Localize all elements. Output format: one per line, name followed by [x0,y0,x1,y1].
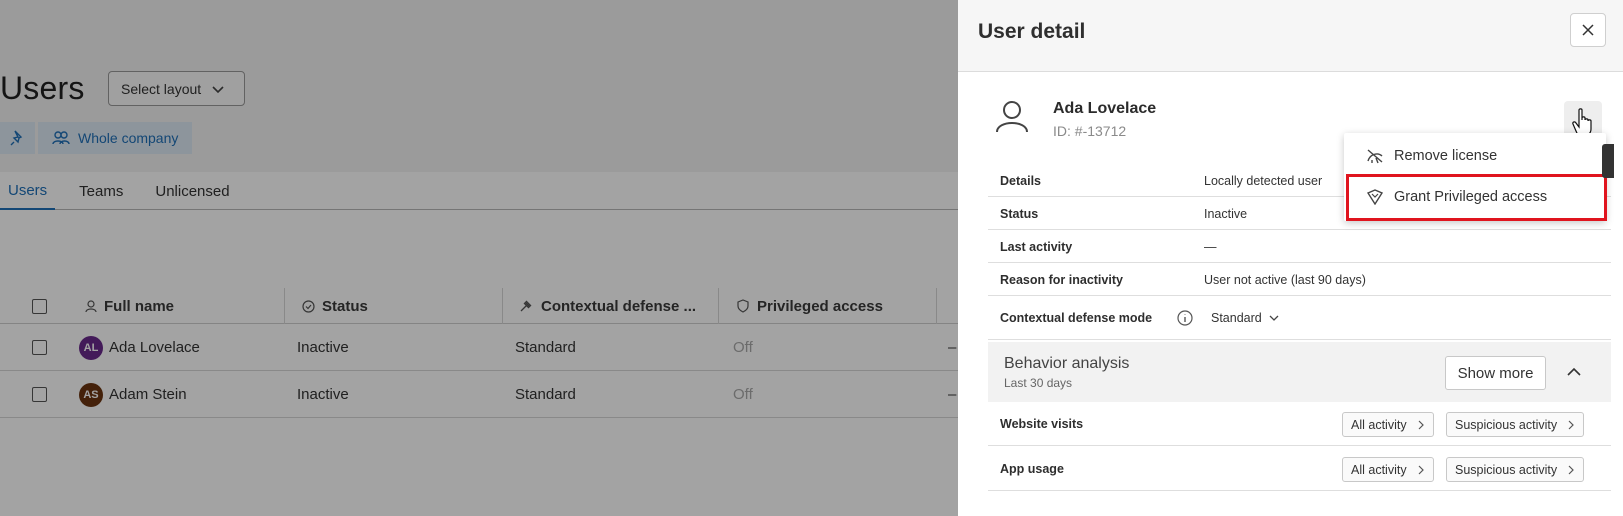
detail-value: — [1204,239,1217,254]
detail-label: Status [1000,206,1039,221]
suspicious-activity-button[interactable]: Suspicious activity [1446,457,1585,482]
panel-header: User detail [958,0,1623,72]
detail-row: Last activity — [988,230,1611,263]
chevron-right-icon [1418,420,1424,429]
tooltip-edge [1602,144,1614,178]
highlight-box [1346,174,1607,221]
close-icon [1582,24,1594,36]
users-page: Users Select layout Whole company Users … [0,0,960,516]
panel-title: User detail [978,20,1086,43]
modal-overlay[interactable] [0,0,960,516]
detail-value: Locally detected user [1204,173,1323,188]
detail-label: Last activity [1000,239,1073,254]
chevron-down-icon [1269,315,1279,321]
pill-label: Suspicious activity [1455,462,1558,477]
menu-item-remove-license[interactable]: Remove license [1344,136,1606,176]
pill-label: Suspicious activity [1455,417,1558,432]
detail-value: Inactive [1204,206,1248,221]
behavior-title: Behavior analysis [1004,355,1130,372]
remove-license-icon [1367,149,1383,164]
behavior-analysis-section: Behavior analysis Last 30 days Show more [988,342,1611,402]
chevron-right-icon [1418,465,1424,474]
app-usage-row: App usage All activity Suspicious activi… [988,447,1611,491]
activity-label: Website visits [1000,417,1084,431]
mode-value: Standard [1211,311,1262,325]
user-detail-panel: User detail Ada Lovelace ID: #-13712 Det… [958,0,1623,516]
close-button[interactable] [1570,13,1606,47]
show-more-button[interactable]: Show more [1445,356,1546,390]
chevron-right-icon [1568,465,1574,474]
mode-label: Contextual defense mode [1000,311,1153,325]
detail-row: Reason for inactivity User not active (l… [988,263,1611,296]
detail-value: User not active (last 90 days) [1204,272,1366,287]
user-name: Ada Lovelace [1053,100,1157,117]
behavior-subtitle: Last 30 days [1004,376,1073,390]
contextual-defense-row: Contextual defense mode Standard [988,296,1611,340]
chevron-up-icon[interactable] [1566,364,1582,380]
detail-label: Reason for inactivity [1000,272,1123,287]
website-visits-row: Website visits All activity Suspicious a… [988,402,1611,446]
user-id: ID: #-13712 [1053,123,1127,139]
pill-label: All activity [1351,462,1407,477]
mode-select[interactable]: Standard [1211,296,1280,340]
all-activity-button[interactable]: All activity [1342,457,1434,482]
chevron-right-icon [1568,420,1574,429]
info-icon[interactable] [1177,310,1193,326]
activity-label: App usage [1000,462,1064,476]
suspicious-activity-button[interactable]: Suspicious activity [1446,412,1585,437]
user-icon [996,101,1028,133]
pill-label: All activity [1351,417,1407,432]
all-activity-button[interactable]: All activity [1342,412,1434,437]
menu-item-label: Remove license [1394,148,1498,164]
detail-label: Details [1000,173,1041,188]
